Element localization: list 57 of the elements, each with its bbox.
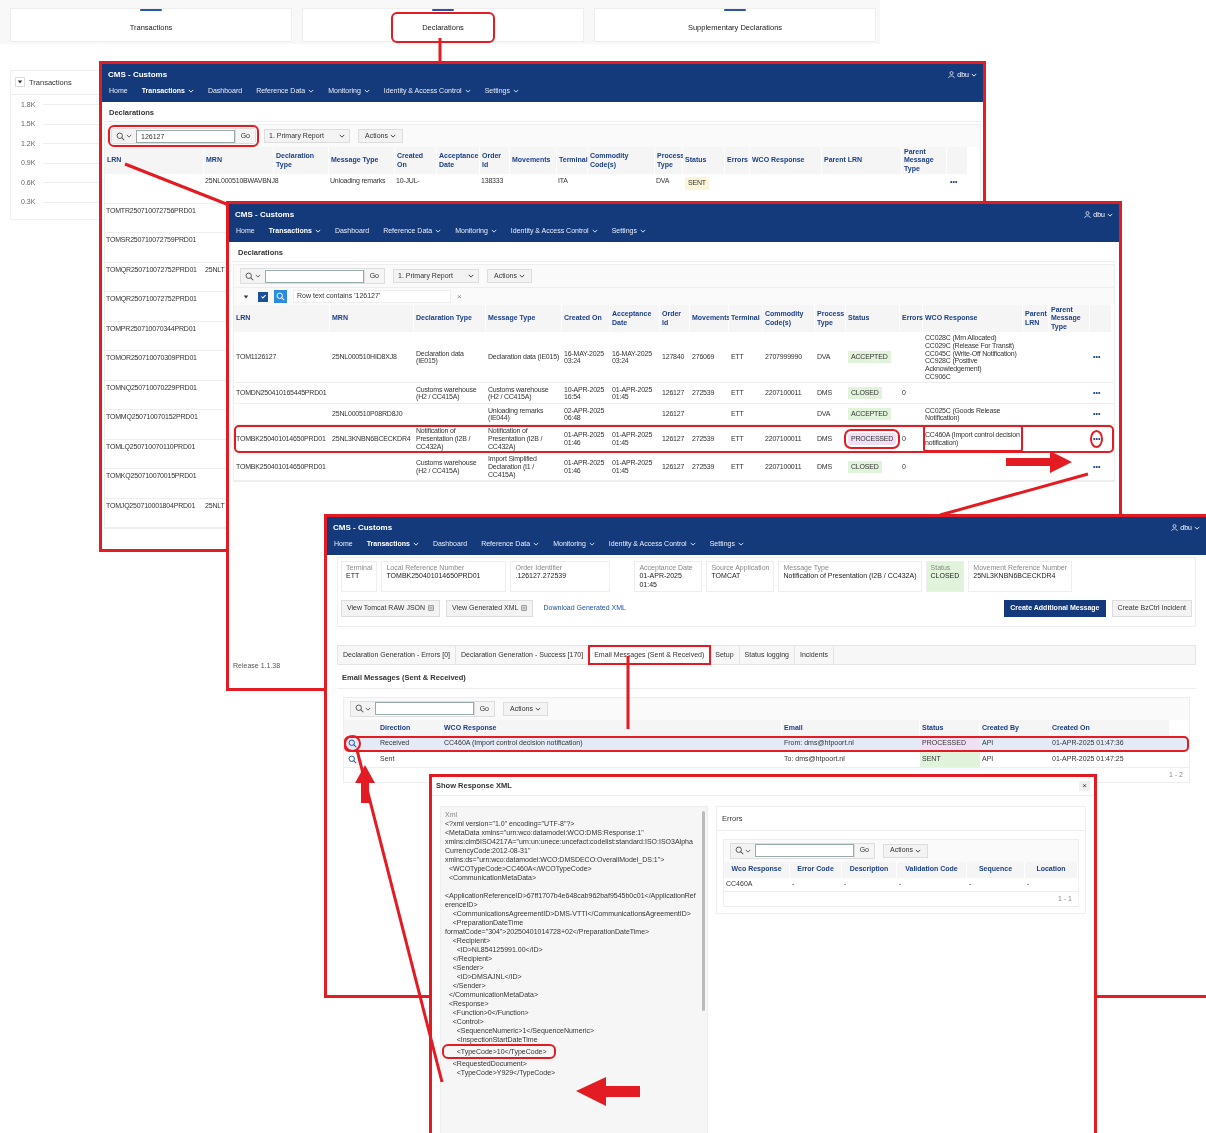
collapse-toggle[interactable] (15, 77, 25, 87)
caret-icon (745, 848, 751, 853)
card-accent (140, 9, 162, 11)
caret-icon (639, 229, 646, 234)
caret-icon (365, 706, 371, 711)
scrollbar[interactable] (702, 810, 705, 1011)
app-title: CMS - Customs (333, 523, 393, 533)
search-icon (735, 846, 744, 856)
document-icon (428, 605, 435, 612)
caret-icon (971, 73, 977, 77)
app-title: CMS - Customs (235, 210, 295, 220)
caret-icon (308, 89, 315, 94)
caret-icon (187, 89, 194, 94)
card-accent (724, 9, 746, 11)
table-row[interactable] (234, 332, 1114, 384)
filter-checkbox[interactable] (258, 291, 268, 302)
caret-icon (1107, 213, 1113, 217)
caret-icon (518, 274, 525, 278)
caret-icon (435, 229, 442, 234)
caret-icon (533, 542, 540, 547)
caret-icon (412, 542, 419, 547)
caret-icon (689, 542, 696, 547)
card-accent (432, 9, 454, 11)
close-button[interactable]: × (1079, 781, 1090, 791)
caret-icon (591, 229, 598, 234)
search-icon (116, 131, 125, 141)
caret-icon (534, 706, 541, 711)
caret-icon (389, 134, 396, 138)
pointer-arrow (1006, 451, 1072, 473)
caret-icon (468, 274, 474, 278)
pointer-arrow (576, 1077, 640, 1106)
view-button[interactable] (346, 736, 359, 750)
caret-icon (914, 848, 921, 853)
caret-icon (737, 542, 744, 547)
search-icon (245, 271, 254, 281)
pointer-arrow (355, 765, 375, 803)
app-title: CMS - Customs (108, 70, 168, 80)
search-icon (348, 754, 357, 764)
search-icon (348, 738, 357, 748)
search-icon (355, 704, 364, 714)
caret-icon (339, 134, 345, 138)
caret-icon (126, 134, 132, 138)
document-icon (521, 605, 528, 612)
remove-filter-button[interactable]: × (457, 291, 462, 302)
caret-icon (1194, 526, 1200, 530)
caret-icon (490, 229, 497, 234)
table-row[interactable] (234, 425, 1114, 454)
caret-icon (464, 89, 471, 94)
user-icon (1171, 524, 1179, 532)
caret-icon (314, 229, 321, 234)
user-icon (1084, 211, 1092, 219)
caret-icon (512, 89, 519, 94)
caret-icon (588, 542, 595, 547)
view-button[interactable] (346, 752, 359, 766)
caret-icon (255, 274, 261, 278)
user-icon (948, 71, 956, 79)
caret-icon (363, 89, 370, 94)
